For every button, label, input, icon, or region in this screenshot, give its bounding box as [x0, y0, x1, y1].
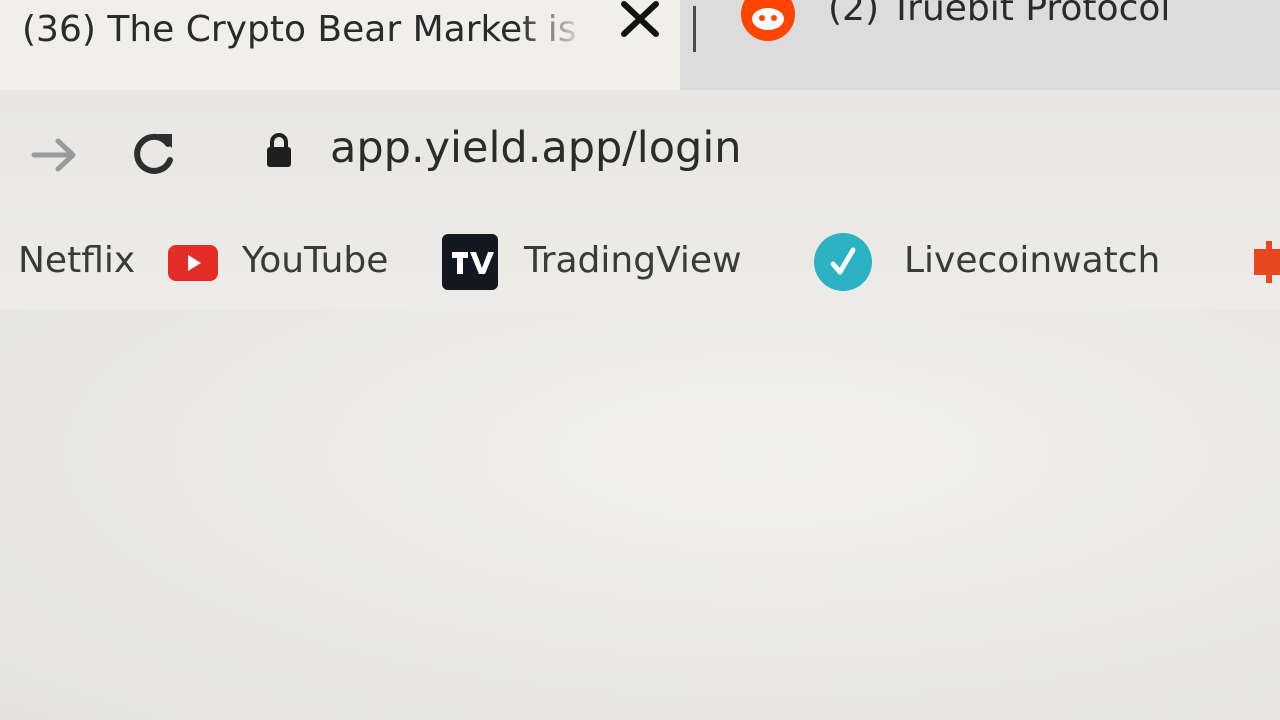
tab-title: (36) The Crypto Bear Market is Al: [22, 9, 587, 50]
tab-inactive[interactable]: (2) Truebit Protocol: [700, 0, 1280, 90]
bookmark-partial-icon[interactable]: [1248, 237, 1280, 287]
toolbar: app.yield.app/login: [0, 90, 1280, 215]
reload-icon[interactable]: [128, 128, 178, 180]
bookmark-tradingview[interactable]: TradingView: [524, 237, 742, 285]
close-icon[interactable]: [618, 0, 662, 40]
forward-arrow-icon[interactable]: [30, 135, 80, 175]
lock-icon[interactable]: [264, 130, 294, 170]
tab-title: (2) Truebit Protocol: [828, 0, 1171, 29]
tab-active[interactable]: (36) The Crypto Bear Market is Al: [0, 0, 680, 90]
bookmark-livecoinwatch[interactable]: Livecoinwatch: [904, 237, 1160, 285]
browser-window: (36) The Crypto Bear Market is Al (2) Tr…: [0, 0, 1280, 720]
tab-separator: [693, 6, 696, 52]
bookmark-youtube[interactable]: YouTube: [242, 237, 388, 285]
bookmark-netflix[interactable]: Netflix: [18, 237, 135, 285]
youtube-icon: [168, 245, 218, 281]
page-content: [0, 310, 1280, 720]
address-bar-url[interactable]: app.yield.app/login: [330, 120, 742, 176]
livecoinwatch-icon: [813, 232, 873, 292]
bookmarks-bar: Netflix YouTube TradingView Livecoinwatc…: [0, 215, 1280, 310]
reddit-icon: [740, 0, 796, 42]
tab-strip: (36) The Crypto Bear Market is Al (2) Tr…: [0, 0, 1280, 90]
tradingview-icon: [442, 234, 498, 290]
